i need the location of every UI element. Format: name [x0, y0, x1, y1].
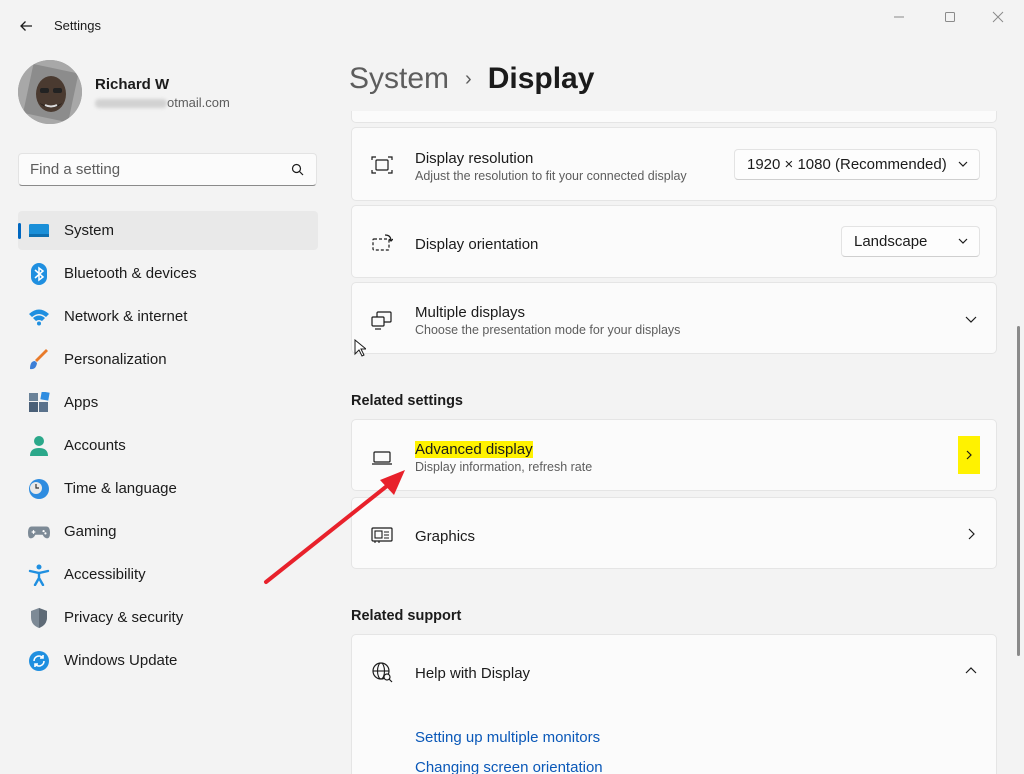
- shield-icon: [28, 607, 50, 629]
- search-input[interactable]: [19, 154, 269, 185]
- sidebar-item-time-language[interactable]: Time & language: [18, 469, 318, 508]
- gamepad-icon: [28, 521, 50, 543]
- chevron-right-icon: [966, 450, 972, 460]
- help-with-display-title: Help with Display: [415, 665, 531, 682]
- multiple-displays-card[interactable]: Multiple displays Choose the presentatio…: [351, 282, 997, 354]
- sidebar-item-accounts[interactable]: Accounts: [18, 426, 318, 465]
- user-name: Richard W: [95, 76, 170, 93]
- scrollbar[interactable]: [1017, 326, 1020, 656]
- page-title: Display: [487, 62, 595, 95]
- sidebar-item-label: Privacy & security: [64, 609, 184, 626]
- sidebar-item-personalization[interactable]: Personalization: [18, 340, 318, 379]
- advanced-display-card[interactable]: Advanced display Display information, re…: [351, 419, 997, 491]
- multiple-displays-title: Multiple displays: [415, 304, 526, 321]
- sidebar-item-label: Personalization: [64, 351, 167, 368]
- breadcrumb: System › Display: [349, 62, 594, 96]
- resolution-subtitle: Adjust the resolution to fit your connec…: [415, 169, 687, 183]
- sidebar-item-label: Time & language: [64, 480, 177, 497]
- advanced-display-subtitle: Display information, refresh rate: [415, 460, 593, 474]
- laptop-icon: [370, 446, 394, 470]
- related-support-heading: Related support: [351, 608, 462, 624]
- advanced-display-title: Advanced display: [415, 441, 533, 458]
- sidebar-item-bluetooth[interactable]: Bluetooth & devices: [18, 254, 318, 293]
- advanced-display-chevron[interactable]: [958, 436, 980, 474]
- search-icon[interactable]: [291, 163, 304, 176]
- back-arrow-icon: [20, 21, 32, 31]
- user-photo-icon: [18, 60, 82, 124]
- resolution-title: Display resolution: [415, 150, 534, 167]
- minimize-button[interactable]: [876, 4, 922, 30]
- minimize-icon: [894, 16, 904, 18]
- accessibility-icon: [28, 564, 50, 586]
- help-with-display-card[interactable]: Help with Display: [351, 634, 997, 708]
- resolution-dropdown[interactable]: 1920 × 1080 (Recommended): [734, 149, 980, 180]
- graphics-title: Graphics: [415, 528, 476, 545]
- search-box: [18, 153, 317, 186]
- resolution-icon: [370, 153, 394, 177]
- chevron-right-icon: [968, 528, 975, 540]
- orientation-dropdown[interactable]: Landscape: [841, 226, 980, 257]
- app-title: Settings: [54, 18, 101, 33]
- close-icon: [992, 11, 1004, 23]
- breadcrumb-separator: ›: [465, 67, 472, 90]
- maximize-icon: [945, 12, 955, 22]
- apps-icon: [28, 392, 50, 414]
- sidebar-item-label: Apps: [64, 394, 99, 411]
- breadcrumb-parent[interactable]: System: [349, 62, 449, 96]
- sidebar-item-system[interactable]: System: [18, 211, 318, 250]
- sidebar-nav: System Bluetooth & devices Network & int…: [18, 211, 318, 684]
- help-link-multiple-monitors[interactable]: Setting up multiple monitors: [415, 729, 600, 746]
- multiple-displays-subtitle: Choose the presentation mode for your di…: [415, 323, 681, 337]
- sidebar-item-label: Network & internet: [64, 308, 188, 325]
- multiple-displays-icon: [370, 308, 394, 332]
- sidebar-item-windows-update[interactable]: Windows Update: [18, 641, 318, 680]
- bluetooth-icon: [28, 263, 50, 285]
- update-icon: [28, 650, 50, 672]
- previous-card-edge: [351, 111, 997, 123]
- sidebar-item-network[interactable]: Network & internet: [18, 297, 318, 336]
- sidebar-item-apps[interactable]: Apps: [18, 383, 318, 422]
- avatar[interactable]: [18, 60, 82, 124]
- sidebar-item-label: Gaming: [64, 523, 117, 540]
- graphics-card-icon: [370, 523, 394, 547]
- user-email: otmail.com: [95, 95, 230, 110]
- system-icon: [28, 220, 50, 242]
- globe-search-icon: [370, 660, 394, 684]
- sidebar-item-accessibility[interactable]: Accessibility: [18, 555, 318, 594]
- accounts-icon: [28, 435, 50, 457]
- brush-icon: [28, 349, 50, 371]
- mouse-cursor-icon: [354, 339, 366, 357]
- orientation-icon: [370, 231, 394, 255]
- close-button[interactable]: [975, 4, 1021, 30]
- orientation-title: Display orientation: [415, 236, 539, 253]
- resolution-value: 1920 × 1080 (Recommended): [747, 156, 947, 173]
- chevron-up-icon: [965, 667, 977, 674]
- related-settings-heading: Related settings: [351, 393, 463, 409]
- back-button[interactable]: [12, 12, 40, 40]
- graphics-card[interactable]: Graphics: [351, 497, 997, 569]
- sidebar-item-gaming[interactable]: Gaming: [18, 512, 318, 551]
- chevron-down-icon: [958, 161, 968, 167]
- sidebar-item-label: Accessibility: [64, 566, 146, 583]
- sidebar-item-label: System: [64, 222, 115, 239]
- sidebar-item-label: Windows Update: [64, 652, 178, 669]
- maximize-button[interactable]: [927, 4, 973, 30]
- chevron-down-icon: [958, 238, 968, 244]
- sidebar-item-label: Accounts: [64, 437, 126, 454]
- sidebar-item-privacy[interactable]: Privacy & security: [18, 598, 318, 637]
- help-link-screen-orientation[interactable]: Changing screen orientation: [415, 759, 603, 774]
- clock-globe-icon: [28, 478, 50, 500]
- title-bar: Settings: [0, 0, 1024, 50]
- display-orientation-card: Display orientation Landscape: [351, 205, 997, 278]
- orientation-value: Landscape: [854, 233, 928, 250]
- sidebar-item-label: Bluetooth & devices: [64, 265, 197, 282]
- wifi-icon: [28, 306, 50, 328]
- display-resolution-card: Display resolution Adjust the resolution…: [351, 127, 997, 201]
- chevron-down-icon[interactable]: [964, 312, 978, 326]
- email-redacted: [95, 99, 167, 109]
